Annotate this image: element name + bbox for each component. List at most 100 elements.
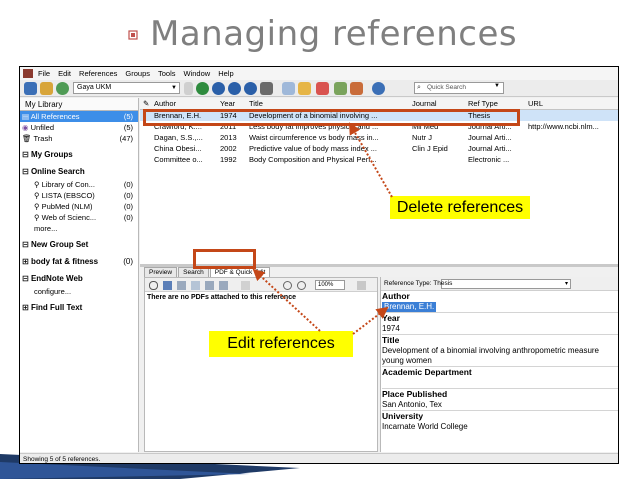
- menu-edit[interactable]: Edit: [58, 69, 71, 78]
- search-icon: ⚲: [34, 180, 40, 189]
- find-icon[interactable]: [241, 281, 250, 290]
- download-icon[interactable]: [228, 82, 241, 95]
- pdf-toolbar: 100%: [145, 278, 377, 292]
- local-library-icon[interactable]: [24, 82, 37, 95]
- menu-references[interactable]: References: [79, 69, 117, 78]
- search-icon: ⌕: [417, 84, 421, 91]
- edit-icon[interactable]: [350, 82, 363, 95]
- no-pdf-message: There are no PDFs attached to this refer…: [147, 294, 296, 301]
- field-title-value-line1[interactable]: Development of a binomial involving anth…: [382, 346, 618, 356]
- menu-help[interactable]: Help: [218, 69, 233, 78]
- field-university-label: University: [382, 411, 424, 421]
- email-icon[interactable]: [191, 281, 200, 290]
- table-row[interactable]: China Obesi... 2002 Predictive value of …: [140, 143, 618, 154]
- search-icon: ⚲: [34, 191, 40, 200]
- field-place-published-value[interactable]: San Antonio, Tex: [382, 400, 618, 410]
- all-references-icon: ▤: [22, 112, 30, 121]
- integrated-library-icon[interactable]: [56, 82, 69, 95]
- sidebar-item-label: Library of Con...: [41, 180, 95, 189]
- main-toolbar: Gaya UKM ▼ ⌕ Quick Search ▼: [20, 80, 618, 97]
- upload-icon[interactable]: [244, 82, 257, 95]
- collapse-icon: ⊟: [22, 274, 29, 283]
- previous-page-icon[interactable]: [205, 281, 214, 290]
- menu-tools[interactable]: Tools: [158, 69, 176, 78]
- format-bibliography-icon[interactable]: [334, 82, 347, 95]
- collapse-icon: ⊟: [22, 150, 29, 159]
- reference-type-label: Reference Type: Thesis: [384, 280, 453, 287]
- online-search-mode-icon[interactable]: [40, 82, 53, 95]
- sidebar-group-new-group-set[interactable]: ⊟ New Group Set: [20, 238, 138, 252]
- library-style-select[interactable]: Gaya UKM ▼: [73, 82, 180, 94]
- sidebar-item-web-of-science[interactable]: ⚲ Web of Scienc... (0): [20, 212, 138, 223]
- field-university-value[interactable]: Incarnate World College: [382, 422, 618, 432]
- quick-search-input[interactable]: ⌕ Quick Search: [414, 82, 504, 94]
- find-full-text-icon[interactable]: [260, 82, 273, 95]
- find-icon[interactable]: [212, 82, 225, 95]
- insert-citation-icon[interactable]: [184, 82, 193, 95]
- cell-title: Body Composition and Physical Perf...: [249, 155, 377, 164]
- table-row[interactable]: Committee o... 1992 Body Composition and…: [140, 154, 618, 165]
- column-url[interactable]: URL: [528, 98, 618, 110]
- tab-preview[interactable]: Preview: [144, 267, 178, 277]
- sidebar-item-label: Trash: [33, 134, 53, 143]
- groups-sidebar: My Library ▤ All References (5) ◉ Unfile…: [20, 98, 139, 452]
- menu-file[interactable]: File: [38, 69, 50, 78]
- zoom-in-icon[interactable]: [297, 281, 306, 290]
- sidebar-group-online-search[interactable]: ⊟ Online Search: [20, 165, 138, 179]
- cell-author: Committee o...: [154, 155, 203, 164]
- reference-editor-pane: ▾ Reference Type: Thesis Author Brennan,…: [380, 277, 618, 452]
- library-style-value: Gaya UKM: [77, 84, 112, 91]
- field-title-value-line2[interactable]: young women: [382, 356, 618, 366]
- sidebar-item-label: PubMed (NLM): [41, 202, 93, 211]
- help-icon[interactable]: [372, 82, 385, 95]
- field-year-value[interactable]: 1974: [382, 324, 618, 334]
- sidebar-group-endnote-web[interactable]: ⊟ EndNote Web: [20, 272, 138, 286]
- sidebar-item-library-of-congress[interactable]: ⚲ Library of Con... (0): [20, 179, 138, 190]
- search-icon: ⚲: [34, 202, 40, 211]
- menu-groups[interactable]: Groups: [125, 69, 150, 78]
- quick-search-chevron-down-icon[interactable]: ▼: [494, 83, 500, 89]
- collapse-icon: ⊟: [22, 167, 29, 176]
- sidebar-group-find-full-text[interactable]: ⊞ Find Full Text: [20, 301, 138, 315]
- print-icon[interactable]: [177, 281, 186, 290]
- add-reference-icon[interactable]: [196, 82, 209, 95]
- table-row[interactable]: Dagan, S.S.,... 2013 Waist circumference…: [140, 132, 618, 143]
- selected-reference-highlight-box: [143, 109, 520, 126]
- sidebar-item-configure[interactable]: configure...: [20, 286, 138, 297]
- sidebar-item-more[interactable]: more...: [20, 223, 138, 234]
- save-icon[interactable]: [163, 281, 172, 290]
- sidebar-item-lista[interactable]: ⚲ LISTA (EBSCO) (0): [20, 190, 138, 201]
- search-icon: ⚲: [34, 213, 40, 222]
- sidebar-item-count: (0): [123, 191, 133, 200]
- sidebar-group-my-groups[interactable]: ⊟ My Groups: [20, 148, 138, 162]
- next-page-icon[interactable]: [219, 281, 228, 290]
- pdf-icon[interactable]: [316, 82, 329, 95]
- chevron-down-icon: ▾: [564, 281, 568, 287]
- open-pdf-icon[interactable]: [357, 281, 366, 290]
- title-bullet-icon: [128, 30, 138, 40]
- attach-icon[interactable]: [149, 281, 158, 290]
- folder-icon[interactable]: [298, 82, 311, 95]
- cell-journal: Nutr J: [412, 133, 433, 142]
- sidebar-item-trash[interactable]: 🗑 Trash (47): [20, 133, 138, 144]
- menu-window[interactable]: Window: [184, 69, 211, 78]
- reference-type-bar: ▾ Reference Type: Thesis: [381, 277, 618, 291]
- cell-ref-type: Electronic ...: [468, 155, 510, 164]
- reference-type-select[interactable]: ▾: [441, 279, 571, 289]
- sidebar-item-pubmed[interactable]: ⚲ PubMed (NLM) (0): [20, 201, 138, 212]
- field-year-label: Year: [382, 313, 400, 323]
- field-author-value[interactable]: Brennan, E.H.: [382, 302, 437, 312]
- sidebar-item-all-references[interactable]: ▤ All References (5): [20, 111, 138, 122]
- sync-icon[interactable]: [282, 82, 295, 95]
- sidebar-group-body-fat-fitness[interactable]: ⊞ body fat & fitness (0): [20, 255, 138, 269]
- edit-references-callout: Edit references: [209, 331, 353, 357]
- delete-references-callout: Delete references: [390, 196, 530, 219]
- zoom-out-icon[interactable]: [283, 281, 292, 290]
- field-academic-department-value[interactable]: [382, 378, 618, 388]
- zoom-select[interactable]: 100%: [315, 280, 345, 290]
- quick-search-placeholder: Quick Search: [427, 84, 467, 91]
- sidebar-group-label: My Groups: [30, 150, 73, 159]
- sidebar-item-unfiled[interactable]: ◉ Unfiled (5): [20, 122, 138, 133]
- unfiled-icon: ◉: [22, 123, 29, 132]
- sidebar-item-count: (0): [123, 257, 133, 266]
